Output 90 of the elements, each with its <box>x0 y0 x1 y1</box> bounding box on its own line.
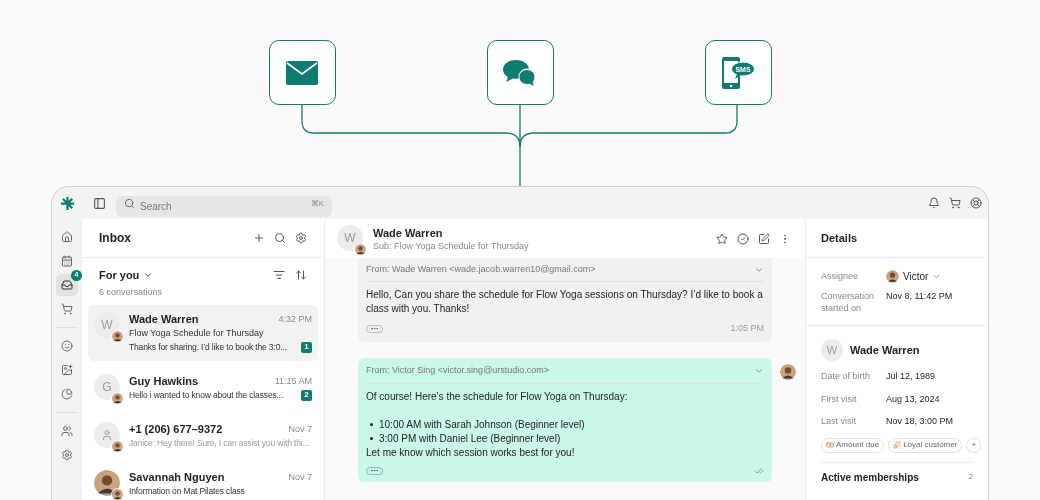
section-title: Active memberships <box>821 470 919 485</box>
party-popper-icon <box>893 441 902 449</box>
users-icon <box>61 425 73 437</box>
notifications-icon[interactable] <box>928 197 940 209</box>
banknote-icon <box>826 441 834 449</box>
field-value: Nov 8, 11:42 PM <box>886 290 953 302</box>
image-icon <box>61 364 73 376</box>
agent-avatar <box>112 331 123 342</box>
contact-name: Savannah Nguyen <box>129 470 225 484</box>
message-time: 1:05 PM <box>730 322 764 335</box>
contact-name: Wade Warren <box>373 225 444 240</box>
calendar-icon <box>61 255 73 267</box>
list-item-text: 10:00 AM with Sarah Johnson (Beginner level) <box>379 417 585 432</box>
inbox-icon <box>61 279 73 291</box>
unread-badge: 2 <box>301 389 312 401</box>
edit-icon[interactable] <box>758 232 770 245</box>
message-time: Nov 7 <box>288 423 312 436</box>
conversation-item[interactable]: G Guy Hawkins 11:15 AM Hello i wanted to know about the classes... 2 <box>88 367 318 409</box>
home-icon <box>61 231 73 243</box>
avatar-photo <box>94 470 120 496</box>
panel-title: Inbox <box>99 230 131 247</box>
filter-dropdown[interactable]: For you <box>99 267 154 284</box>
avatar-letter: W <box>821 339 843 361</box>
sort-icon[interactable] <box>295 269 307 282</box>
sender-avatar <box>780 363 796 380</box>
envelope-icon <box>286 60 318 85</box>
message-subject: Flow Yoga Schedule for Thursday <box>129 327 265 340</box>
field-label: Conversation started on <box>821 290 876 314</box>
field-value: Jul 12, 1989 <box>886 370 936 383</box>
avatar-letter: G <box>94 374 120 400</box>
sidebar-toggle-icon[interactable] <box>93 196 106 210</box>
person-icon <box>101 429 113 441</box>
message-time: 11:15 AM <box>274 375 312 388</box>
contact-name: Wade Warren <box>850 342 920 358</box>
field-label: Assignee <box>821 269 860 283</box>
message-preview: Information on Mat Pilates class <box>129 485 245 498</box>
field-value: Nov 18, 3:00 PM <box>886 415 954 428</box>
pie-chart-icon <box>61 388 73 400</box>
settings-icon[interactable] <box>295 232 307 244</box>
message-time: 4:32 PM <box>278 313 312 326</box>
assignee-dropdown[interactable]: Victor <box>886 269 942 284</box>
help-icon[interactable] <box>970 197 982 209</box>
conversation-item[interactable]: W Wade Warren 4:32 PM Flow Yoga Schedule for Thursday Thanks for sharing. I’d like to book the 3:0... 1 <box>88 305 318 361</box>
contact-name: Guy Hawkins <box>129 374 199 388</box>
panel-title: Details <box>821 230 858 246</box>
settings-icon <box>61 449 73 461</box>
filter-icon[interactable] <box>273 269 285 282</box>
sender-line: From: Victor Sing <victor.sing@urstudio.com> <box>366 364 550 378</box>
conversation-subject: Sub: Flow Yoga Schedule for Thursday <box>373 239 529 252</box>
field-label: Date of birth <box>821 370 872 383</box>
conversation-item[interactable]: Savannah Nguyen Nov 7 Information on Mat Pilates class <box>88 463 318 500</box>
agent-avatar <box>112 489 123 500</box>
search-icon <box>124 197 135 209</box>
field-label: Last visit <box>821 415 857 428</box>
agent-avatar <box>112 441 123 452</box>
cart-icon[interactable] <box>949 197 961 209</box>
chevron-down-icon <box>932 272 942 281</box>
field-value: Aug 13, 2024 <box>886 392 940 406</box>
read-receipt-icon <box>754 465 764 476</box>
star-icon[interactable] <box>716 232 728 245</box>
contact-name: +1 (206) 677–9372 <box>129 422 223 436</box>
message-preview: Hello i wanted to know about the classes... <box>129 389 284 402</box>
bullet-icon <box>370 423 373 426</box>
smiley-icon <box>61 340 73 352</box>
avatar-letter: W <box>337 224 363 251</box>
bullet-icon <box>370 437 373 440</box>
message-time: Nov 7 <box>288 471 312 484</box>
conversation-count: 6 conversations <box>98 285 164 299</box>
check-circle-icon[interactable] <box>737 232 749 245</box>
add-icon[interactable] <box>253 232 265 244</box>
cart-icon <box>61 303 73 315</box>
agent-avatar <box>355 243 366 255</box>
message-text: Of course! Here’s the schedule for Flow Yoga on Thursday: <box>366 389 629 404</box>
contact-name: Wade Warren <box>129 312 199 326</box>
logo-icon <box>59 195 75 211</box>
assignee-avatar <box>886 270 899 283</box>
avatar-letter: W <box>94 312 120 338</box>
message-text: Let me know which session works best for you! <box>366 445 576 460</box>
unread-badge: 1 <box>301 341 312 353</box>
list-item-text: 3:00 PM with Daniel Lee (Beginner level) <box>379 431 561 446</box>
ellipsis-icon <box>370 466 379 475</box>
shortcut-hint: ⌘K <box>310 197 324 209</box>
membership-count: 2 <box>968 471 973 483</box>
message-text: Hello, Can you share the schedule for Flow Yoga sessions on Thursday? I’d like to book a class with you. Thanks! <box>366 288 764 316</box>
field-label: First visit <box>821 392 858 406</box>
search-icon[interactable] <box>274 232 286 244</box>
sender-line: From: Wade Warren <wade.jacob.warren10@gmail.com> <box>366 262 596 276</box>
agent-avatar <box>112 393 123 404</box>
message-preview: Thanks for sharing. I’d like to book the 3:0... <box>129 341 287 354</box>
chat-bubbles-icon <box>503 58 537 87</box>
